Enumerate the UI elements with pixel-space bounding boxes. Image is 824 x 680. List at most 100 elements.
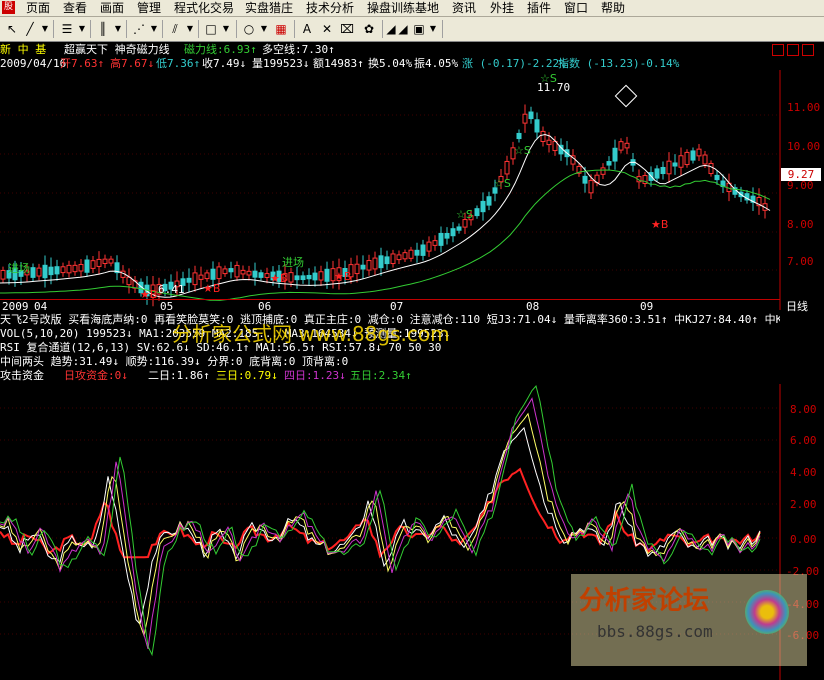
candle-body xyxy=(672,162,678,167)
quote-amount: 额14983↑ xyxy=(313,57,364,70)
menu-manage[interactable]: 管理 xyxy=(137,0,161,16)
candle-body xyxy=(240,269,246,275)
chevron-down-icon[interactable]: ▼ xyxy=(149,20,159,38)
rectangle-tool-icon[interactable]: □ xyxy=(202,20,220,38)
month-label: 2009 xyxy=(2,300,29,313)
menu-page[interactable]: 页面 xyxy=(26,0,50,16)
candle-body xyxy=(546,139,552,146)
menu-program-trading[interactable]: 程式化交易 xyxy=(174,0,234,16)
candle-body xyxy=(0,269,6,280)
quote-turnover: 换5.04% xyxy=(368,57,413,70)
candle-body xyxy=(108,258,114,264)
menu-hunter[interactable]: 实盘猎庄 xyxy=(245,0,293,16)
ellipse-tool-icon[interactable]: ○ xyxy=(240,20,258,38)
candle-body xyxy=(252,270,258,278)
candle-body xyxy=(588,180,594,194)
candle-body xyxy=(48,266,54,276)
palette-icon[interactable]: ✿ xyxy=(360,20,378,38)
candle-body xyxy=(600,167,606,175)
menu-view[interactable]: 查看 xyxy=(63,0,87,16)
flower-logo-icon xyxy=(745,590,789,634)
price-chart[interactable]: ★B★B ★B★B★B☆S☆S☆S☆S xyxy=(0,70,824,310)
osc-label: 4.00 xyxy=(790,466,817,479)
candle-body xyxy=(306,274,312,280)
candle-body xyxy=(246,270,252,276)
candle-body xyxy=(420,244,426,256)
quote-high: 高7.67↓ xyxy=(110,57,155,70)
chevron-down-icon[interactable]: ▼ xyxy=(113,20,123,38)
marker-icon[interactable]: ◢ xyxy=(398,20,408,38)
menu-window[interactable]: 窗口 xyxy=(564,0,588,16)
chevron-down-icon[interactable]: ▼ xyxy=(221,20,231,38)
menu-canvas[interactable]: 画面 xyxy=(100,0,124,16)
chevron-down-icon[interactable]: ▼ xyxy=(40,20,50,38)
quote-change: 涨 (-0.17)-2.22% xyxy=(462,57,566,70)
panel-button[interactable] xyxy=(802,44,814,56)
candle-body xyxy=(54,266,60,275)
lock-icon[interactable]: ⌧ xyxy=(338,20,356,38)
osc-label: 8.00 xyxy=(790,403,817,416)
fan-tool-icon[interactable]: ⋰ xyxy=(130,20,148,38)
forum-title: 分析家论坛 xyxy=(579,586,710,616)
chart-area: 新 中 基 超赢天下 神奇磁力线 磁力线:6.93↑ 多空线:7.30↑ 200… xyxy=(0,42,824,680)
candle-body xyxy=(438,232,444,246)
price-label: 11.00 xyxy=(787,101,821,114)
menu-tech-analysis[interactable]: 技术分析 xyxy=(306,0,354,16)
candle-body xyxy=(540,130,546,143)
bull-bear-line xyxy=(0,169,771,301)
color-palette-icon[interactable]: ▦ xyxy=(272,20,290,38)
candle-body xyxy=(72,264,78,273)
candle-body xyxy=(606,161,612,166)
candle-body xyxy=(528,111,534,120)
candle-body xyxy=(186,277,192,283)
menu-help[interactable]: 帮助 xyxy=(601,0,625,16)
candle-body xyxy=(312,272,318,281)
stock-name: 新 中 基 xyxy=(0,43,47,56)
candle-body xyxy=(534,119,540,133)
line-tool-icon[interactable]: ╱ xyxy=(22,20,38,38)
save-icon[interactable]: ▣ xyxy=(411,20,427,38)
candle-body xyxy=(198,274,204,280)
chevron-down-icon[interactable]: ▼ xyxy=(428,20,438,38)
candle-body xyxy=(618,141,624,151)
menu-plugins-ext[interactable]: 外挂 xyxy=(490,0,514,16)
attack-funds-5d: 五日:2.34↑ xyxy=(350,369,412,382)
eraser-icon[interactable]: ✕ xyxy=(318,20,336,38)
candle-body xyxy=(654,168,660,179)
candle-body xyxy=(480,200,486,213)
candle-body xyxy=(66,264,72,274)
panel-button[interactable] xyxy=(787,44,799,56)
current-price-tag: 9.27 xyxy=(781,168,821,181)
toolbar-divider xyxy=(294,20,295,38)
menu-news[interactable]: 资讯 xyxy=(452,0,476,16)
chevron-down-icon[interactable]: ▼ xyxy=(185,20,195,38)
fibonacci-tool-icon[interactable]: ⫽ xyxy=(166,20,184,38)
text-tool-icon[interactable]: A xyxy=(298,20,316,38)
candle-body xyxy=(222,268,228,275)
candle-body xyxy=(366,260,372,271)
channel-tool-icon[interactable]: ☰ xyxy=(58,20,76,38)
menu-plugins[interactable]: 插件 xyxy=(527,0,551,16)
candle-body xyxy=(264,273,270,278)
app-icon[interactable]: 股 xyxy=(2,1,15,14)
buy-signal: ★B xyxy=(203,282,220,295)
sell-signal: ☆S xyxy=(456,208,473,221)
chevron-down-icon[interactable]: ▼ xyxy=(77,20,87,38)
candle-body xyxy=(516,132,522,140)
period-label[interactable]: 日线 xyxy=(786,300,808,313)
candle-body xyxy=(714,174,720,181)
panel-button[interactable] xyxy=(772,44,784,56)
menu-training[interactable]: 操盘训练基地 xyxy=(367,0,439,16)
candle-body xyxy=(408,249,414,259)
chevron-down-icon[interactable]: ▼ xyxy=(259,20,269,38)
toolbar-divider xyxy=(198,20,199,38)
buy-signal: ★B xyxy=(651,218,668,231)
pointer-icon[interactable]: ↖ xyxy=(4,20,20,38)
candle-body xyxy=(474,208,480,217)
marker-icon[interactable]: ◢ xyxy=(386,20,396,38)
candle-body xyxy=(210,268,216,280)
cycle-tool-icon[interactable]: ║ xyxy=(94,20,112,38)
index-change: 指数 (-13.23)-0.14% xyxy=(558,57,680,70)
candle-body xyxy=(450,228,456,237)
buy-signal: ★B xyxy=(334,270,351,283)
